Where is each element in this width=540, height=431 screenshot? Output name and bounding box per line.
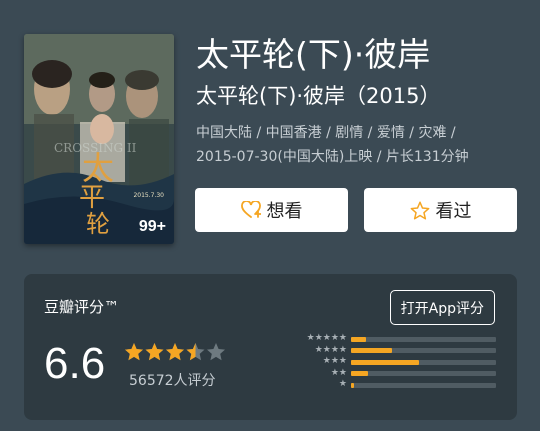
rating-score: 6.6 [44,339,106,388]
watched-label: 看过 [435,201,472,222]
distribution-bar-fill [351,336,366,342]
distribution-bar-fill [351,348,392,353]
rating-star-icon [207,343,225,361]
rating-star-icon [145,343,164,361]
distribution-stars-label: ★★★★★ [306,333,347,343]
distribution-stars-label: ★★★ [322,356,347,366]
distribution-bar-fill [351,382,354,388]
svg-text:平: 平 [79,183,105,213]
want-label: 想看 [266,201,303,222]
movie-meta: 中国大陆 / 中国香港 / 剧情 / 爱情 / 灾难 / 2015-07-30(… [196,121,516,169]
distribution-row: ★★★ [292,356,502,366]
poster-date: 2015.7.30 [133,192,164,199]
svg-text:轮: 轮 [86,210,110,238]
distribution-bar-fill [351,359,420,365]
meta-line-genres: 中国大陆 / 中国香港 / 剧情 / 爱情 / 灾难 / [196,125,456,141]
distribution-bar-track [351,382,496,388]
rating-star-icon [166,343,184,361]
distribution-bar-track [351,371,496,376]
svg-text:太: 太 [82,149,114,187]
rating-stars [124,342,226,366]
distribution-bar-track [351,359,496,365]
movie-poster[interactable]: CROSSING II 太 平 轮 2015.7.30 99+ [24,34,174,244]
want-to-watch-button[interactable]: 想看 [195,188,348,232]
page-title: 太平轮(下)·彼岸 [196,35,431,74]
rating-star-icon [186,343,205,361]
distribution-bar-fill [351,371,369,376]
poster-badge: 99+ [138,218,166,235]
distribution-row: ★ [292,379,502,389]
distribution-row: ★★ [292,367,502,378]
open-app-rate-button[interactable]: 打开App评分 [389,290,495,325]
watched-button[interactable]: 看过 [364,188,517,232]
distribution-stars-label: ★★ [330,367,347,378]
distribution-stars-label: ★★★★ [314,344,347,355]
distribution-row: ★★★★ [292,344,502,355]
star-outline-icon [410,200,430,220]
distribution-bar-track [351,348,496,353]
rating-count: 56572人评分 [129,373,216,389]
rating-star-icon [125,343,143,361]
rating-card: 豆瓣评分™ 打开App评分 6.6 56572人评分 ★★★★★ ★★★★ ★★★ ★… [24,274,517,420]
distribution-bar-track [351,336,496,342]
movie-subtitle: 太平轮(下)·彼岸（2015） [196,84,441,108]
meta-line-release: 2015-07-30(中国大陆)上映 / 片长131分钟 [196,149,469,165]
douban-rating-label: 豆瓣评分™ [44,298,120,316]
distribution-stars-label: ★ [338,379,347,389]
poster-artwork: CROSSING II 太 平 轮 [24,34,174,244]
distribution-row: ★★★★★ [292,333,502,343]
heart-plus-icon [240,201,261,219]
